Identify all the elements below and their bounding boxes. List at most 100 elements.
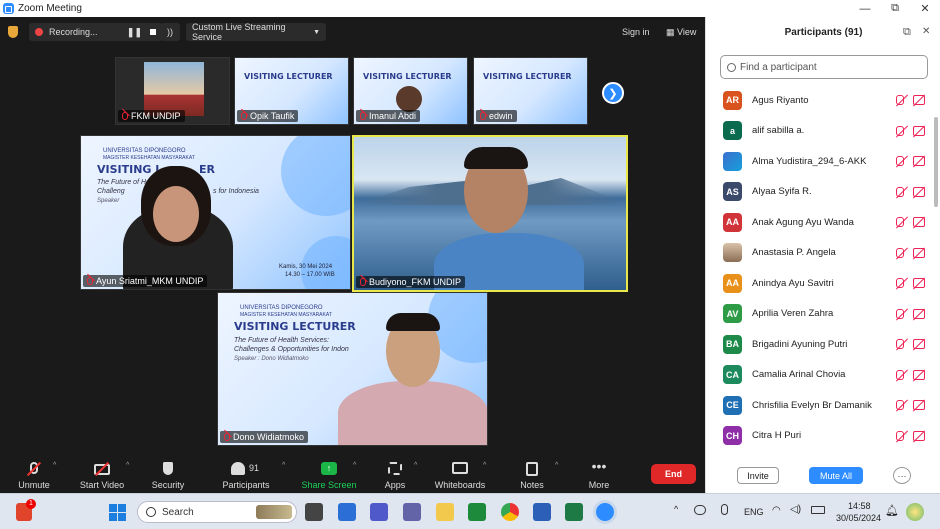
list-item[interactable]: BA Brigadini Ayuning Putri	[706, 329, 940, 360]
popout-icon[interactable]: ⧉	[903, 26, 911, 39]
avatar: a	[723, 121, 742, 141]
slide-time: 14.30 – 17.00 WIB	[285, 272, 335, 278]
video-tile-fkm-undip[interactable]: FKM UNDIP	[115, 57, 230, 125]
record-dot-icon	[35, 28, 43, 36]
more-options-button[interactable]: ···	[893, 467, 911, 484]
mute-all-button[interactable]: Mute All	[809, 467, 863, 484]
clock-date[interactable]: 30/05/2024	[836, 513, 881, 523]
sign-in-link[interactable]: Sign in	[622, 27, 650, 37]
notification-bell-icon[interactable]: 🔔︎	[885, 504, 899, 517]
taskbar-search-box[interactable]: Search	[137, 501, 297, 523]
view-button[interactable]: ▦ View	[666, 27, 696, 38]
language-indicator[interactable]: ENG	[744, 507, 764, 517]
wifi-icon[interactable]: ◠	[772, 505, 781, 516]
audio-options-caret-icon[interactable]: ^	[53, 462, 56, 469]
live-stream-dropdown[interactable]: Custom Live Streaming Service ▼	[186, 22, 326, 42]
participant-list-scrollbar[interactable]	[934, 117, 938, 207]
zoom-app-icon[interactable]	[596, 503, 614, 521]
clock-time[interactable]: 14:58	[848, 501, 871, 511]
weather-widget-icon[interactable]	[906, 503, 924, 521]
share-screen-caret-icon[interactable]: ^	[353, 462, 356, 469]
maximize-button[interactable]: ⧉	[880, 0, 910, 17]
slide-subtitle-1: The Future of Health Services:	[234, 337, 329, 344]
close-window-button[interactable]: ✕	[910, 0, 940, 17]
notes-caret-icon[interactable]: ^	[555, 462, 558, 469]
list-item[interactable]: AR Agus Riyanto	[706, 85, 940, 116]
list-item[interactable]: CH Citra H Puri	[706, 421, 940, 452]
microphone-tray-icon[interactable]	[721, 504, 728, 515]
show-hidden-icons-chevron-icon[interactable]: ^	[674, 504, 678, 514]
store-app-icon[interactable]	[468, 503, 486, 521]
video-off-icon	[913, 339, 925, 349]
video-tile-imanul-abdi[interactable]: VISITING LECTURER Imanul Abdi	[353, 57, 468, 125]
list-item[interactable]: AS Alyaa Syifa R.	[706, 177, 940, 208]
video-tile-edwin[interactable]: VISITING LECTURER edwin	[473, 57, 588, 125]
share-screen-button[interactable]: ↑ Share Screen	[300, 456, 358, 493]
pause-recording-icon[interactable]: ❚❚	[127, 27, 142, 38]
share-screen-icon: ↑	[320, 462, 338, 476]
list-item[interactable]: Anastasia P. Angela	[706, 238, 940, 269]
video-off-icon	[913, 217, 925, 227]
list-item[interactable]: AA Anak Agung Ayu Wanda	[706, 207, 940, 238]
stop-recording-icon[interactable]	[150, 29, 156, 35]
security-shield-icon[interactable]	[8, 26, 18, 38]
security-shield-icon	[159, 462, 177, 476]
notes-button[interactable]: Notes	[514, 456, 550, 493]
teams-icon[interactable]	[370, 503, 388, 521]
whiteboards-label: Whiteboards	[434, 480, 486, 490]
invite-button[interactable]: Invite	[737, 467, 779, 484]
word-icon[interactable]	[533, 503, 551, 521]
start-video-label: Start Video	[79, 480, 125, 490]
calendar-app-icon[interactable]	[338, 503, 356, 521]
list-item[interactable]: a alif sabilla a.	[706, 116, 940, 147]
minimize-button[interactable]: —	[850, 0, 880, 17]
whiteboards-button[interactable]: Whiteboards	[430, 456, 490, 493]
list-item[interactable]: Alma Yudistira_294_6-AKK	[706, 146, 940, 177]
unmute-button[interactable]: Unmute	[12, 456, 56, 493]
security-button[interactable]: Security	[146, 456, 190, 493]
participant-name-tag: Budiyono_FKM UNDIP	[356, 276, 466, 288]
meet-now-icon[interactable]	[694, 505, 706, 515]
view-label: View	[677, 27, 697, 37]
avatar-image	[723, 243, 742, 263]
list-item[interactable]: AA Anindya Ayu Savitri	[706, 268, 940, 299]
whiteboard-icon	[451, 462, 469, 476]
video-tile-ayun-sriatmi[interactable]: UNIVERSITAS DIPONEGORO MAGISTER KESEHATA…	[80, 135, 351, 290]
close-panel-icon[interactable]: ✕	[922, 26, 930, 37]
apps-button[interactable]: Apps	[378, 456, 412, 493]
list-item[interactable]: CA Camalia Arinal Chovia	[706, 360, 940, 391]
video-tile-budiyono-active-speaker[interactable]: Budiyono_FKM UNDIP	[352, 135, 628, 292]
chrome-icon[interactable]	[501, 503, 519, 521]
participants-caret-icon[interactable]: ^	[282, 462, 285, 469]
more-button[interactable]: ••• More	[582, 456, 616, 493]
list-item[interactable]: AV Aprilia Veren Zahra	[706, 299, 940, 330]
mic-off-icon	[896, 156, 904, 166]
slide-subtitle-2: Challenges & Opportunities for Indon	[234, 346, 349, 353]
muted-mic-icon	[480, 112, 486, 120]
end-meeting-button[interactable]: End	[651, 464, 696, 484]
participant-search-input[interactable]: Find a participant	[720, 55, 928, 79]
avatar: CA	[723, 365, 742, 385]
mic-off-icon	[896, 125, 904, 136]
slide-title: VISITING LECTURER	[234, 320, 356, 333]
list-item[interactable]: CE Chrisfilia Evelyn Br Damanik	[706, 390, 940, 421]
task-view-icon[interactable]	[305, 503, 323, 521]
next-page-chevron-icon[interactable]: ❯	[602, 82, 624, 104]
whiteboards-caret-icon[interactable]: ^	[483, 462, 486, 469]
file-explorer-icon[interactable]	[436, 503, 454, 521]
apps-caret-icon[interactable]: ^	[414, 462, 417, 469]
start-video-button[interactable]: Start Video	[76, 456, 128, 493]
mic-off-icon	[896, 217, 904, 227]
windows-start-icon[interactable]	[109, 504, 126, 521]
live-stream-icon[interactable]: ))	[160, 23, 180, 41]
video-options-caret-icon[interactable]: ^	[126, 462, 129, 469]
volume-icon[interactable]: ◁)	[790, 504, 801, 515]
excel-icon[interactable]	[565, 503, 583, 521]
avatar-image	[723, 151, 742, 171]
video-tile-dono-widiatmoko[interactable]: UNIVERSITAS DIPONEGORO MAGISTER KESEHATA…	[217, 292, 488, 446]
video-tile-opik-taufik[interactable]: VISITING LECTURER Opik Taufik	[234, 57, 349, 125]
teams-work-icon[interactable]	[403, 503, 421, 521]
participants-button[interactable]: 91 Participants	[216, 456, 276, 493]
apps-icon	[386, 462, 404, 476]
battery-icon[interactable]	[811, 506, 825, 514]
